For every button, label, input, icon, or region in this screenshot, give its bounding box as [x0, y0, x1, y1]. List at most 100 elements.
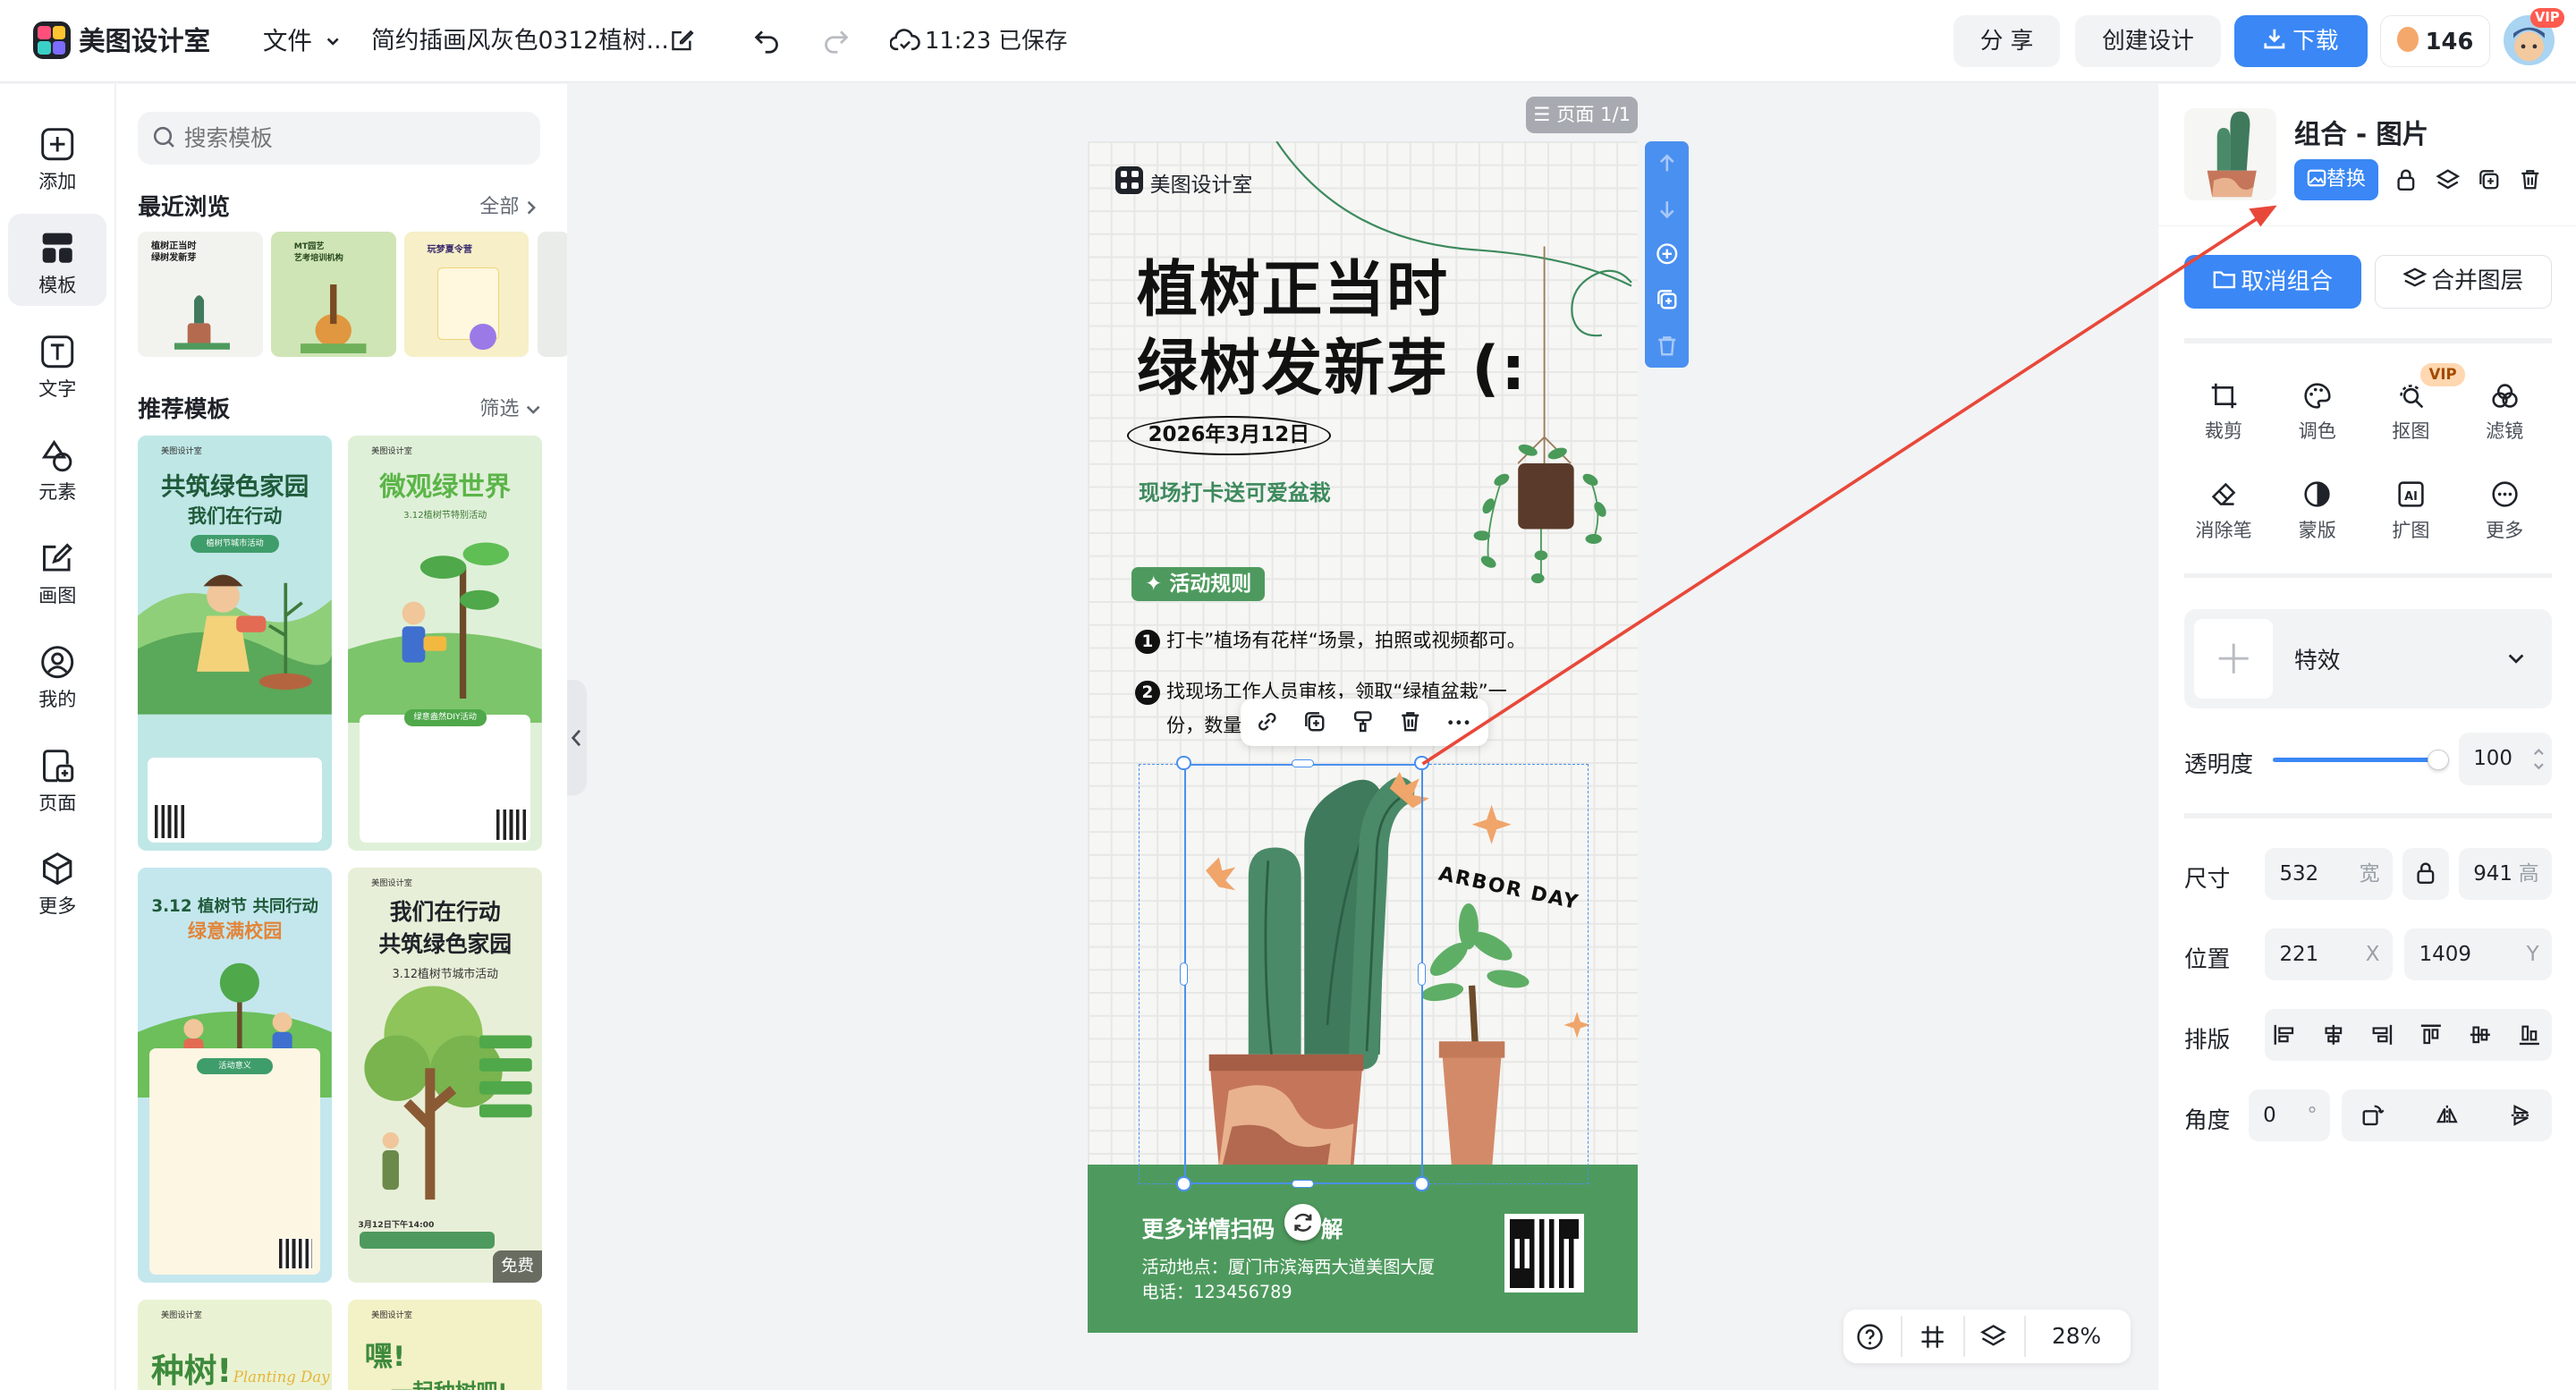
height-input[interactable]: 941 高: [2458, 847, 2553, 901]
y-input[interactable]: 1409 Y: [2404, 928, 2553, 981]
create-design-button[interactable]: 创建设计: [2074, 14, 2222, 68]
template-card-3[interactable]: 3.12 植树节 共同行动 绿意满校园 活动意义: [138, 867, 332, 1284]
rotate-handle[interactable]: [1284, 1204, 1321, 1241]
grid-icon[interactable]: [1919, 1323, 1946, 1351]
share-button[interactable]: 分 享: [1953, 14, 2061, 68]
rotate-90-icon[interactable]: [2361, 1104, 2385, 1127]
poster-title-1[interactable]: 植树正当时: [1137, 240, 1449, 328]
layer-order-icon[interactable]: [2436, 167, 2461, 192]
move-up-icon[interactable]: [1655, 151, 1680, 176]
resize-handle-bl[interactable]: [1176, 1176, 1191, 1191]
redo-icon[interactable]: [821, 25, 851, 55]
poster-qr-code[interactable]: [1504, 1214, 1584, 1293]
help-icon[interactable]: [1856, 1323, 1884, 1351]
align-right-icon[interactable]: [2370, 1023, 2394, 1047]
align-top-icon[interactable]: [2419, 1023, 2443, 1047]
effects-dropdown[interactable]: 特效: [2183, 609, 2553, 708]
delete-icon[interactable]: [2518, 167, 2543, 192]
poster-phone[interactable]: 电话：123456789: [1142, 1278, 1292, 1303]
resize-handle-left[interactable]: [1179, 962, 1188, 986]
x-input[interactable]: 221 X: [2264, 928, 2394, 981]
layers-icon[interactable]: [1979, 1323, 2007, 1351]
eraser-tool[interactable]: 消除笔: [2182, 479, 2265, 542]
mask-tool[interactable]: 蒙版: [2276, 479, 2359, 542]
recent-view-all-link[interactable]: 全部: [479, 191, 538, 219]
crop-tool[interactable]: 裁剪: [2182, 381, 2265, 444]
rail-item-mine[interactable]: 我的: [8, 628, 106, 720]
aspect-lock-button[interactable]: [2402, 847, 2449, 901]
poster-title-2[interactable]: 绿树发新芽 (:: [1137, 318, 1527, 407]
rail-item-elements[interactable]: 元素: [8, 420, 106, 513]
template-card-4[interactable]: 美图设计室 我们在行动 共筑绿色家园 3.12植树节城市活动 3月12日下午14…: [348, 867, 543, 1284]
rail-item-pages[interactable]: 页面: [8, 731, 106, 823]
move-down-icon[interactable]: [1655, 197, 1680, 222]
poster-subtitle[interactable]: 现场打卡送可爱盆栽: [1139, 475, 1331, 506]
copy-page-icon[interactable]: [1655, 287, 1680, 312]
color-adjust-tool[interactable]: 调色: [2276, 381, 2359, 444]
cutout-tool[interactable]: 抠图: [2370, 381, 2453, 444]
edit-icon[interactable]: [670, 28, 695, 53]
template-card-2[interactable]: 美图设计室 微观绿世界 3.12植树节特别活动 绿意盎然DIY活动: [348, 435, 543, 852]
merge-layers-button[interactable]: 合并图层: [2375, 254, 2553, 309]
poster-footer-title[interactable]: 更多详情扫码: [1142, 1212, 1275, 1244]
resize-handle-right[interactable]: [1418, 962, 1427, 986]
flip-horizontal-icon[interactable]: [2436, 1104, 2459, 1127]
delete-icon[interactable]: [1398, 709, 1423, 734]
align-center-h-icon[interactable]: [2322, 1023, 2345, 1047]
rail-item-more[interactable]: 更多: [8, 835, 106, 927]
rail-item-add[interactable]: 添加: [8, 110, 106, 202]
align-middle-v-icon[interactable]: [2469, 1023, 2492, 1047]
opacity-slider-knob[interactable]: [2427, 749, 2449, 771]
ungroup-button[interactable]: 取消组合: [2183, 254, 2362, 309]
image-selection-frame[interactable]: [1184, 764, 1423, 1185]
document-title[interactable]: 简约插画风灰色0312植树...: [371, 25, 669, 58]
more-dots-icon[interactable]: [1447, 719, 1470, 725]
duplicate-icon[interactable]: [2477, 167, 2502, 192]
template-search[interactable]: [138, 111, 541, 165]
template-card-1[interactable]: 美图设计室 共筑绿色家园 我们在行动 植树节城市活动: [138, 435, 332, 852]
replace-button[interactable]: 替换: [2294, 159, 2378, 201]
align-bottom-icon[interactable]: [2518, 1023, 2541, 1047]
template-card-5[interactable]: 美图设计室 种树! Planting Day: [138, 1299, 332, 1390]
link-icon[interactable]: [1255, 709, 1280, 734]
poster-rule-1[interactable]: 1 打卡”植场有花样“场景，拍照或视频都可。: [1135, 626, 1526, 655]
download-button[interactable]: 下载: [2233, 14, 2368, 68]
expand-image-tool[interactable]: AI 扩图: [2370, 479, 2453, 542]
delete-page-icon[interactable]: [1655, 334, 1680, 359]
resize-handle-top[interactable]: [1291, 759, 1315, 767]
lock-icon[interactable]: [2394, 167, 2418, 192]
recent-thumb-2[interactable]: MT园艺 艺考培训机构: [271, 231, 396, 357]
resize-handle-bottom[interactable]: [1291, 1179, 1315, 1188]
resize-handle-tl[interactable]: [1176, 755, 1191, 771]
page-indicator[interactable]: ☰ 页面 1/1: [1526, 97, 1639, 133]
align-left-icon[interactable]: [2273, 1023, 2296, 1047]
rail-item-templates[interactable]: 模板: [8, 213, 107, 306]
undo-icon[interactable]: [752, 25, 782, 55]
format-painter-icon[interactable]: [1351, 709, 1376, 734]
rail-item-draw[interactable]: 画图: [8, 524, 106, 616]
more-tools[interactable]: 更多: [2463, 479, 2546, 542]
filter-tool[interactable]: 滤镜: [2463, 381, 2546, 444]
flip-vertical-icon[interactable]: [2510, 1104, 2533, 1127]
poster-rules-tag[interactable]: ✦ 活动规则: [1131, 566, 1265, 602]
coin-balance[interactable]: 146: [2380, 14, 2491, 68]
poster-address[interactable]: 活动地点：厦门市滨海西大道美图大厦: [1142, 1253, 1436, 1278]
stepper-icon[interactable]: [2532, 746, 2546, 772]
recent-thumb-1[interactable]: 植树正当时 绿树发新芽: [138, 231, 263, 357]
recent-thumb-4[interactable]: [537, 231, 567, 357]
opacity-slider-track[interactable]: [2273, 749, 2449, 771]
rail-item-text[interactable]: 文字: [8, 317, 106, 409]
zoom-level[interactable]: 28%: [2034, 1323, 2120, 1349]
width-input[interactable]: 532 宽: [2264, 847, 2394, 901]
filter-link[interactable]: 筛选: [479, 393, 541, 421]
add-page-icon[interactable]: [1655, 242, 1680, 267]
file-menu[interactable]: 文件: [263, 25, 342, 58]
recent-thumb-3[interactable]: 玩梦夏令营: [403, 231, 530, 357]
duplicate-icon[interactable]: [1302, 709, 1327, 734]
angle-input[interactable]: 0 °: [2248, 1089, 2331, 1142]
panel-collapse-handle[interactable]: [566, 680, 587, 795]
resize-handle-br[interactable]: [1414, 1176, 1429, 1191]
poster-date[interactable]: 2026年3月12日: [1126, 415, 1331, 455]
template-card-6[interactable]: 美图设计室 嘿! 一起种树吧!: [348, 1299, 543, 1390]
search-input[interactable]: [183, 121, 513, 155]
